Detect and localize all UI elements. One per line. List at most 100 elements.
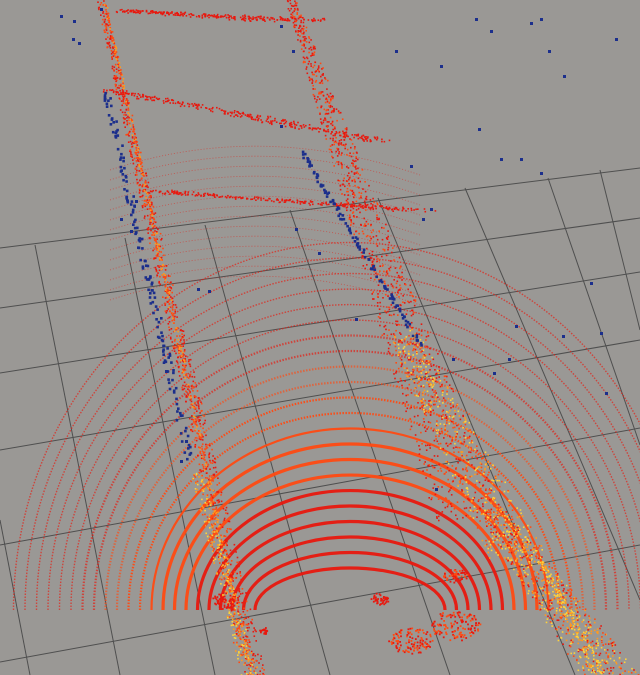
wall-point bbox=[511, 509, 514, 511]
wall-point bbox=[358, 191, 360, 194]
wall-point bbox=[238, 661, 240, 664]
wall-point bbox=[418, 329, 420, 332]
wall-point bbox=[452, 422, 455, 425]
wall-point bbox=[284, 19, 287, 21]
wall-point bbox=[341, 205, 344, 207]
point-cloud-scene[interactable] bbox=[0, 0, 640, 675]
wall-point bbox=[170, 296, 172, 298]
wall-point bbox=[586, 653, 588, 656]
wall-point bbox=[557, 591, 559, 593]
wall-point bbox=[498, 485, 501, 488]
wall-point bbox=[500, 510, 502, 513]
wall-point bbox=[399, 266, 402, 268]
wall-point bbox=[470, 449, 473, 451]
wall-point bbox=[235, 599, 237, 602]
wall-point bbox=[194, 401, 196, 404]
wall-point bbox=[330, 111, 333, 114]
wall-point bbox=[448, 384, 451, 386]
wall-point bbox=[432, 466, 434, 469]
wall-point bbox=[333, 143, 335, 146]
wall-point bbox=[555, 610, 558, 612]
wall-point bbox=[463, 456, 466, 458]
wall-point bbox=[130, 154, 132, 157]
wall-point bbox=[211, 459, 214, 462]
wall-point bbox=[230, 563, 232, 566]
wall-point bbox=[103, 4, 106, 6]
wall-point bbox=[108, 17, 110, 20]
wall-point bbox=[169, 275, 171, 277]
wall-point bbox=[444, 375, 447, 377]
wall-point bbox=[321, 91, 324, 93]
wall-point bbox=[142, 174, 144, 177]
wall-point bbox=[240, 578, 242, 581]
wall-point bbox=[376, 302, 379, 304]
wall-point bbox=[424, 461, 426, 463]
wall-point bbox=[213, 511, 216, 513]
wall-point bbox=[111, 35, 113, 38]
wall-point bbox=[172, 102, 174, 104]
wall-point bbox=[336, 204, 338, 206]
wall-point bbox=[390, 333, 393, 336]
wall-point bbox=[140, 168, 142, 170]
wall-point bbox=[193, 371, 195, 373]
wall-point bbox=[469, 506, 471, 509]
wall-point bbox=[465, 507, 468, 509]
wall-point bbox=[140, 96, 142, 98]
wall-point bbox=[383, 280, 386, 283]
wall-point bbox=[199, 425, 202, 428]
wall-point bbox=[537, 573, 540, 575]
wall-point bbox=[457, 410, 460, 413]
wall-point bbox=[535, 537, 537, 539]
wall-point bbox=[315, 79, 318, 82]
wall-point bbox=[149, 216, 152, 218]
wall-point bbox=[356, 216, 358, 218]
wall-point bbox=[111, 40, 114, 42]
wall-point bbox=[200, 194, 202, 197]
wall-point bbox=[469, 429, 471, 431]
wall-point bbox=[560, 602, 563, 605]
wall-point bbox=[437, 443, 440, 445]
wall-point bbox=[413, 407, 416, 409]
wall-point bbox=[230, 560, 233, 562]
wall-point bbox=[474, 486, 477, 488]
wall-point bbox=[239, 116, 242, 118]
wall-point bbox=[230, 528, 232, 531]
wall-point bbox=[388, 269, 391, 272]
wall-point bbox=[145, 191, 147, 193]
wall-point bbox=[336, 161, 338, 163]
wall-point bbox=[487, 551, 490, 554]
wall-point bbox=[175, 192, 178, 195]
wall-point bbox=[524, 551, 526, 553]
wall-point bbox=[210, 502, 212, 504]
wall-point bbox=[149, 218, 151, 220]
wall-point bbox=[376, 295, 379, 298]
wall-point bbox=[138, 170, 140, 172]
wall-point bbox=[209, 527, 211, 529]
wall-point bbox=[218, 107, 221, 110]
wall-point bbox=[211, 518, 214, 521]
wall-point bbox=[581, 633, 584, 635]
wall-point bbox=[528, 562, 531, 564]
wall-point bbox=[462, 516, 464, 519]
wall-point bbox=[152, 189, 154, 192]
wall-point bbox=[530, 549, 532, 551]
wall-point bbox=[133, 130, 135, 133]
wall-point bbox=[145, 174, 148, 177]
wall-point bbox=[226, 531, 228, 533]
wall-point bbox=[361, 256, 364, 258]
wall-point bbox=[228, 19, 231, 21]
wall-point bbox=[454, 442, 456, 445]
wall-point bbox=[379, 205, 381, 207]
wall-point bbox=[207, 503, 210, 506]
wall-point bbox=[377, 257, 379, 260]
wall-point bbox=[229, 111, 232, 114]
wall-point bbox=[522, 584, 525, 587]
wall-point bbox=[143, 200, 146, 202]
wall-point bbox=[232, 586, 234, 589]
wall-point bbox=[459, 418, 462, 421]
wall-point bbox=[385, 293, 387, 296]
point-cloud-viewport[interactable] bbox=[0, 0, 640, 675]
wall-point bbox=[513, 522, 515, 525]
wall-point bbox=[423, 402, 426, 404]
wall-point bbox=[322, 121, 325, 124]
